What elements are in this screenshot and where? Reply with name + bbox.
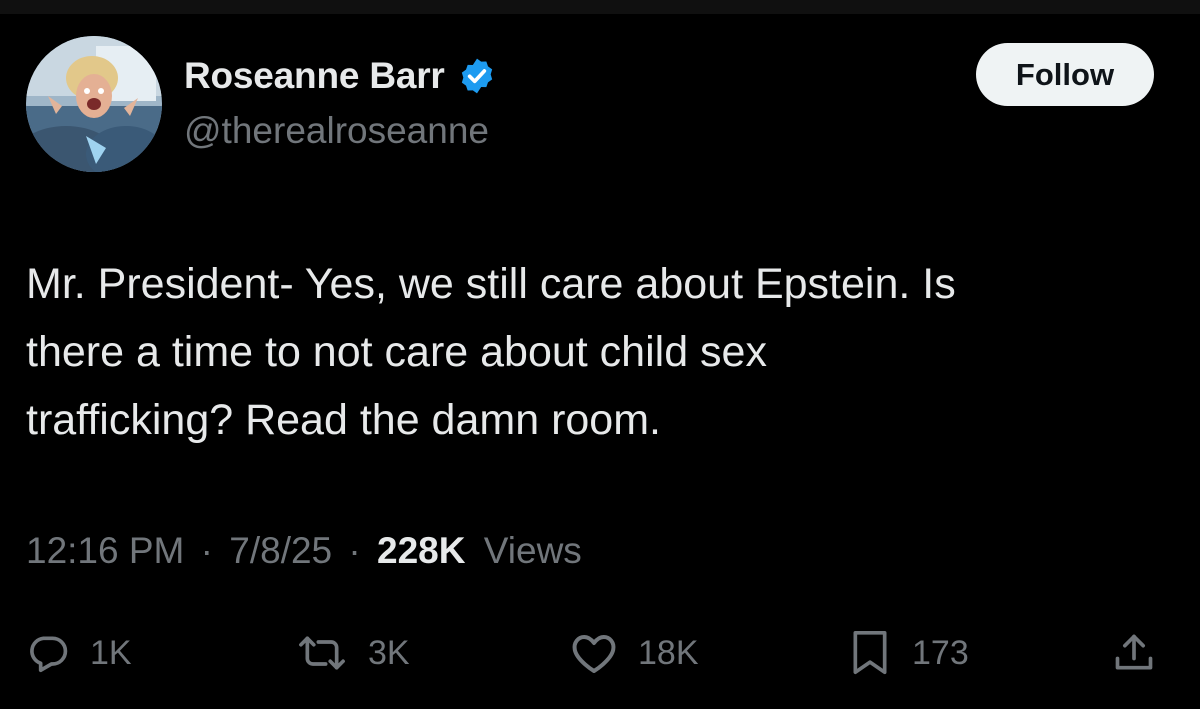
like-count: 18K — [638, 633, 699, 672]
repost-count: 3K — [368, 633, 410, 672]
tweet-date[interactable]: 7/8/25 — [229, 530, 332, 571]
views-count[interactable]: 228K — [377, 530, 465, 571]
meta-separator: · — [348, 530, 361, 571]
author-name-row: Roseanne Barr — [184, 52, 497, 100]
meta-separator: · — [200, 530, 213, 571]
bookmark-button[interactable]: 173 — [848, 628, 969, 678]
tweet-text-line: there a time to not care about child sex — [26, 328, 767, 376]
bookmark-count: 173 — [912, 633, 969, 672]
tweet-meta: 12:16 PM · 7/8/25 · 228K Views — [26, 530, 582, 572]
top-strip — [0, 0, 1200, 14]
reply-icon — [30, 636, 68, 673]
reply-button[interactable]: 1K — [26, 628, 132, 678]
heart-icon — [572, 635, 616, 673]
tweet-text-line: trafficking? Read the damn room. — [26, 396, 661, 444]
follow-button[interactable]: Follow — [976, 43, 1154, 106]
tweet-text: Mr. President- Yes, we still care about … — [26, 250, 1176, 454]
tweet-text-line: Mr. President- Yes, we still care about … — [26, 260, 956, 308]
repost-button[interactable]: 3K — [296, 628, 410, 678]
share-icon — [1115, 634, 1153, 670]
reply-count: 1K — [90, 633, 132, 672]
like-button[interactable]: 18K — [570, 628, 699, 678]
views-label[interactable]: Views — [484, 530, 582, 571]
repost-icon — [299, 636, 345, 670]
share-button[interactable] — [1112, 628, 1156, 678]
tweet-time[interactable]: 12:16 PM — [26, 530, 184, 571]
author-handle[interactable]: @therealroseanne — [184, 110, 489, 152]
bookmark-icon — [853, 630, 887, 675]
author-display-name[interactable]: Roseanne Barr — [184, 55, 445, 97]
author-avatar[interactable] — [26, 36, 162, 172]
verified-badge-icon[interactable] — [457, 56, 497, 96]
profile-photo — [26, 36, 162, 172]
